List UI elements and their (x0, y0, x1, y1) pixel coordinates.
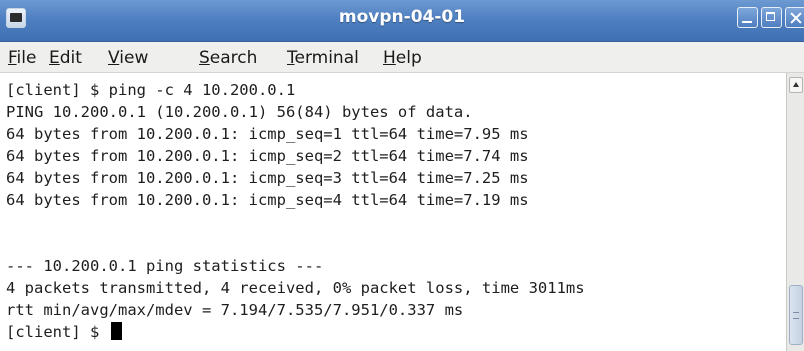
close-icon[interactable] (785, 7, 804, 28)
terminal-line: 4 packets transmitted, 4 received, 0% pa… (6, 279, 585, 297)
menu-edit[interactable]: Edit (49, 48, 82, 68)
menu-view[interactable]: View (108, 48, 148, 68)
scrollbar-thumb[interactable] (789, 285, 803, 345)
vertical-scrollbar[interactable] (786, 73, 804, 351)
minimize-icon[interactable] (737, 7, 758, 28)
terminal-line: rtt min/avg/max/mdev = 7.194/7.535/7.951… (6, 301, 464, 319)
terminal-line: 64 bytes from 10.200.0.1: icmp_seq=3 ttl… (6, 169, 529, 187)
terminal-line: [client] $ ping -c 4 10.200.0.1 (6, 81, 296, 99)
terminal-line: PING 10.200.0.1 (10.200.0.1) 56(84) byte… (6, 103, 473, 121)
menu-bar: File Edit View Search Terminal Help (0, 42, 804, 73)
menu-file[interactable]: File (8, 48, 36, 68)
terminal-window: movpn-04-01 File Edit View Search Termin… (0, 0, 804, 351)
menu-terminal[interactable]: Terminal (287, 48, 359, 68)
chevron-up-icon[interactable] (789, 77, 803, 93)
terminal-line: 64 bytes from 10.200.0.1: icmp_seq=2 ttl… (6, 147, 529, 165)
terminal-line: --- 10.200.0.1 ping statistics --- (6, 257, 324, 275)
terminal-line: 64 bytes from 10.200.0.1: icmp_seq=4 ttl… (6, 191, 529, 209)
terminal-prompt-line: [client] $ (6, 321, 122, 343)
terminal-line: 64 bytes from 10.200.0.1: icmp_seq=1 ttl… (6, 125, 529, 143)
terminal-cursor (110, 322, 122, 340)
maximize-icon[interactable] (761, 7, 782, 28)
window-title: movpn-04-01 (338, 7, 466, 27)
menu-help[interactable]: Help (383, 48, 422, 68)
title-bar[interactable]: movpn-04-01 (0, 0, 804, 42)
terminal-output[interactable]: [client] $ ping -c 4 10.200.0.1 PING 10.… (0, 73, 786, 351)
menu-search[interactable]: Search (199, 48, 257, 68)
terminal-prompt: [client] $ (6, 323, 109, 341)
